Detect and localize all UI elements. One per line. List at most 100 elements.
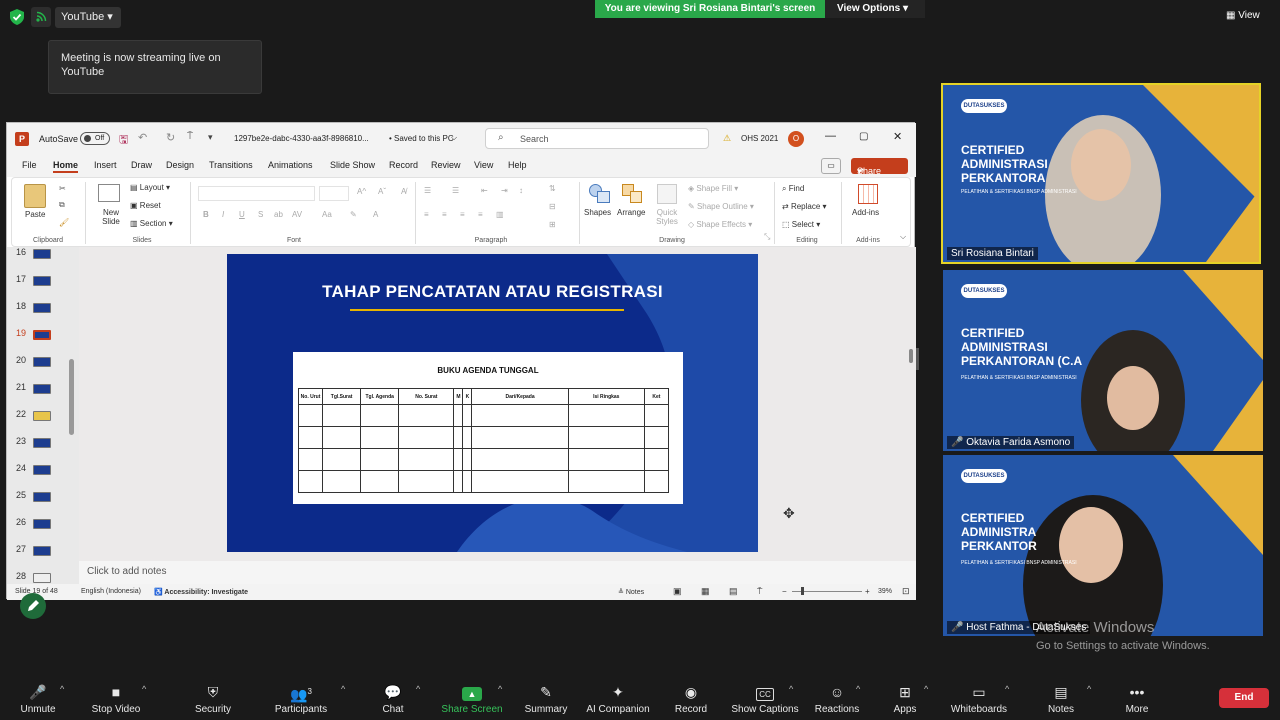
slide-thumbnail-pane[interactable]: 16 17 18 19 20 21 22 23 24 25 26 27 28 <box>7 247 79 590</box>
shapes-icon[interactable] <box>589 184 611 204</box>
slide-thumbnail-current[interactable] <box>33 330 51 340</box>
accessibility-button[interactable]: ♿ Accessibility: Investigate <box>154 588 248 596</box>
redo-icon[interactable]: ↻ <box>166 131 175 144</box>
zoom-in-icon[interactable]: + <box>865 587 870 596</box>
more-button[interactable]: ••• More <box>1097 682 1177 715</box>
replace-button[interactable]: ⇄ Replace ▾ <box>782 202 827 211</box>
menu-file[interactable]: File <box>22 160 37 170</box>
slide-thumbnail[interactable] <box>33 546 51 556</box>
chevron-up-icon[interactable]: ^ <box>60 684 64 694</box>
format-painter-icon[interactable]: 🖌 <box>59 218 69 227</box>
account-name[interactable]: OHS 2021 <box>741 134 778 143</box>
paste-label[interactable]: Paste <box>25 210 45 219</box>
italic-icon[interactable]: I <box>222 210 224 219</box>
menu-record[interactable]: Record <box>389 160 418 170</box>
copy-icon[interactable]: ⧉ <box>59 200 65 210</box>
text-shadow-icon[interactable]: ab <box>274 210 283 219</box>
slide-thumbnail[interactable] <box>33 465 51 475</box>
arrange-icon[interactable] <box>622 184 644 204</box>
menu-animations[interactable]: Animations <box>268 160 313 170</box>
font-color-icon[interactable]: A <box>373 210 378 219</box>
menu-insert[interactable]: Insert <box>94 160 117 170</box>
security-button[interactable]: ⛨ Security <box>173 682 253 715</box>
slide-sorter-icon[interactable]: ▦ <box>701 586 710 597</box>
decrease-font-icon[interactable]: Aˇ <box>378 187 386 196</box>
autosave-toggle[interactable]: Off <box>80 132 110 145</box>
align-left-icon[interactable]: ≡ <box>424 210 429 219</box>
paste-icon[interactable] <box>24 184 46 208</box>
chevron-up-icon[interactable]: ^ <box>498 684 502 694</box>
menu-review[interactable]: Review <box>431 160 461 170</box>
spacing-icon[interactable]: AV <box>292 210 302 219</box>
align-text-icon[interactable]: ⊟ <box>549 202 556 211</box>
menu-design[interactable]: Design <box>166 160 194 170</box>
addins-label[interactable]: Add-ins <box>852 208 879 217</box>
view-button[interactable]: ▦ View <box>1226 7 1260 25</box>
text-direction-icon[interactable]: ⇅ <box>549 184 556 193</box>
summary-button[interactable]: ✎ Summary <box>506 682 586 715</box>
menu-home[interactable]: Home <box>53 160 79 173</box>
slide-thumbnail[interactable] <box>33 492 51 502</box>
view-options-button[interactable]: View Options ▾ <box>825 0 925 18</box>
strikethrough-icon[interactable]: S <box>258 210 263 219</box>
fit-slide-icon[interactable]: ⊡ <box>902 586 910 597</box>
align-right-icon[interactable]: ≡ <box>460 210 465 219</box>
security-shield-icon[interactable] <box>8 8 26 26</box>
split-handle[interactable] <box>916 348 919 370</box>
dialog-launcher-icon[interactable]: ⤡ <box>764 232 770 242</box>
numbering-icon[interactable]: ☰ <box>452 186 459 195</box>
bullets-icon[interactable]: ☰ <box>424 186 431 195</box>
underline-icon[interactable]: U <box>239 210 245 219</box>
comments-icon[interactable]: ▭ <box>821 158 841 174</box>
columns-icon[interactable]: ▥ <box>496 210 504 219</box>
highlight-icon[interactable]: ✎ <box>350 210 357 219</box>
section-button[interactable]: ▥ Section ▾ <box>130 219 173 228</box>
smartart-icon[interactable]: ⊞ <box>549 220 556 229</box>
search-box[interactable]: ⌕ Search <box>485 128 709 149</box>
slide-thumbnail[interactable] <box>33 357 51 367</box>
share-button[interactable]: ↗ Share ▾ <box>851 158 908 176</box>
notes-toggle[interactable]: ≜ Notes <box>618 588 644 596</box>
chevron-up-icon[interactable]: ^ <box>341 684 345 694</box>
chevron-up-icon[interactable]: ^ <box>416 684 420 694</box>
current-slide[interactable]: TAHAP PENCATATAN ATAU REGISTRASI BUKU AG… <box>227 254 758 552</box>
undo-icon[interactable]: ↶ <box>138 131 147 144</box>
quick-styles-label[interactable]: Quick Styles <box>652 208 682 226</box>
change-case-icon[interactable]: Aa <box>322 210 332 219</box>
reset-button[interactable]: ▣ Reset <box>130 201 161 210</box>
zoom-out-icon[interactable]: − <box>782 587 787 596</box>
normal-view-icon[interactable]: ▣ <box>673 586 682 597</box>
collapse-ribbon-icon[interactable]: ⌵ <box>900 232 906 242</box>
save-icon[interactable]: 🖫 <box>119 131 128 150</box>
customize-qat-icon[interactable]: ▾ <box>208 132 213 143</box>
slideshow-view-icon[interactable]: ⍑ <box>757 586 762 597</box>
save-status[interactable]: • Saved to this PC <box>389 134 454 143</box>
layout-button[interactable]: ▤ Layout ▾ <box>130 183 170 192</box>
annotate-pen-icon[interactable] <box>20 593 46 619</box>
participants-button[interactable]: 👥3 Participants <box>261 682 341 715</box>
stream-dropdown[interactable]: YouTube ▾ <box>55 7 121 28</box>
slide-thumbnail[interactable] <box>33 384 51 394</box>
participant-tile[interactable]: DUTASUKSES CERTIFIED ADMINISTRASI PERKAN… <box>943 270 1263 451</box>
chat-button[interactable]: 💬 Chat <box>353 682 433 715</box>
slide-thumbnail[interactable] <box>33 411 51 421</box>
find-button[interactable]: ⌕ Find <box>782 184 804 194</box>
menu-transitions[interactable]: Transitions <box>209 160 253 170</box>
minimize-icon[interactable]: — <box>825 130 836 142</box>
addins-icon[interactable] <box>858 184 878 204</box>
select-button[interactable]: ⬚ Select ▾ <box>782 220 820 229</box>
live-stream-icon[interactable] <box>31 7 51 27</box>
shape-effects-button[interactable]: ◇ Shape Effects ▾ <box>688 220 752 229</box>
slide-thumbnail[interactable] <box>33 276 51 286</box>
increase-font-icon[interactable]: A^ <box>357 187 366 196</box>
chevron-up-icon[interactable]: ^ <box>1005 684 1009 694</box>
record-button[interactable]: ◉ Record <box>651 682 731 715</box>
menu-help[interactable]: Help <box>508 160 527 170</box>
menu-draw[interactable]: Draw <box>131 160 152 170</box>
maximize-icon[interactable]: ▢ <box>859 131 868 142</box>
zoom-slider-thumb[interactable] <box>801 587 804 595</box>
clear-format-icon[interactable]: A̸ <box>401 187 406 196</box>
menu-slide-show[interactable]: Slide Show <box>330 160 375 170</box>
slide-thumbnail[interactable] <box>33 249 51 259</box>
chevron-up-icon[interactable]: ^ <box>789 684 793 694</box>
